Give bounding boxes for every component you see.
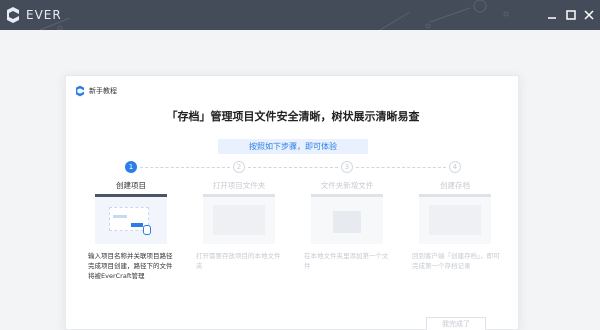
instruction-pill: 按照如下步骤，即可体验: [218, 139, 368, 154]
close-icon: [584, 10, 594, 20]
step-2-label: 打开项目文件夹: [212, 181, 266, 190]
step-4-number: 4: [449, 161, 461, 173]
step-3-label: 文件夹新增文件: [320, 181, 374, 190]
step-connector: [356, 167, 446, 168]
step-2-number: 2: [233, 161, 245, 173]
maximize-icon: [566, 10, 576, 20]
step-3-preview: [311, 194, 383, 244]
preview-file-placeholder: [333, 211, 361, 233]
step-1-number: 1: [125, 161, 137, 173]
dialog-header: 新手教程: [89, 87, 117, 95]
close-button[interactable]: [580, 6, 598, 24]
titlebar-decoration: [39, 0, 509, 30]
step-1-description: 输入项目名称并关联项目路径完成项目创建，路径下的文件将被EverCraft管理: [88, 252, 173, 280]
done-button[interactable]: 我完成了: [426, 317, 486, 330]
title-bar: EVER: [0, 0, 600, 30]
maximize-button[interactable]: [562, 6, 580, 24]
dialog-title: 「存档」管理项目文件安全清晰，树状展示清晰易查: [166, 110, 420, 123]
step-3-description: 在本地文件夹里添加第一个文件: [304, 252, 389, 270]
step-4-label: 创建存档: [440, 181, 470, 190]
preview-button: [131, 223, 143, 227]
step-2-description: 打开需要存放项目的本地文件夹: [196, 252, 281, 270]
step-1-label: 创建项目: [116, 181, 146, 190]
cursor-icon: [143, 225, 151, 235]
preview-placeholder: [213, 205, 265, 235]
tutorial-dialog: 新手教程 「存档」管理项目文件安全清晰，树状展示清晰易查 按照如下步骤，即可体验…: [65, 75, 519, 330]
step-1-preview: [95, 194, 167, 244]
app-name: EVER: [26, 8, 62, 22]
ever-logo-icon: [7, 7, 19, 23]
minimize-button[interactable]: [543, 6, 561, 24]
step-4-preview: [419, 194, 491, 244]
minimize-icon: [548, 17, 556, 19]
preview-field: [113, 215, 127, 218]
step-4-description: 回到客户端「创建存档」，即可完成第一个存档记录: [412, 252, 500, 270]
step-3-number: 3: [341, 161, 353, 173]
step-2-preview: [203, 194, 275, 244]
ever-logo-icon: [76, 85, 84, 97]
step-connector: [248, 167, 338, 168]
preview-placeholder: [429, 205, 481, 235]
step-connector: [140, 167, 230, 168]
